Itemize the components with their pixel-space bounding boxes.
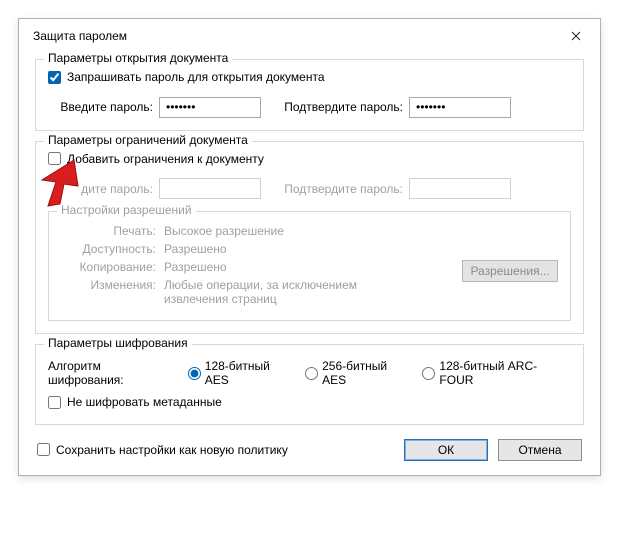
restrict-params-legend: Параметры ограничений документа (44, 133, 252, 147)
restrict-confirm-password-label: Подтвердите пароль: (273, 182, 403, 196)
close-icon (571, 31, 581, 41)
confirm-password-field[interactable] (409, 97, 511, 118)
no-encrypt-metadata-checkbox[interactable]: Не шифровать метаданные (48, 395, 222, 409)
encrypt-algo-label: Алгоритм шифрования: (48, 359, 180, 387)
permissions-legend: Настройки разрешений (57, 203, 196, 217)
perm-copy-value: Разрешено (164, 260, 227, 274)
no-encrypt-metadata-input[interactable] (48, 396, 61, 409)
perm-print-row: Печать: Высокое разрешение (61, 224, 558, 238)
algo-radio-1[interactable] (188, 367, 201, 380)
algo-option-1[interactable]: 128-битный AES (188, 359, 297, 387)
open-password-row: Введите пароль: Подтвердите пароль: (48, 97, 571, 118)
permissions-button: Разрешения... (462, 260, 558, 282)
perm-changes-label: Изменения: (61, 278, 156, 292)
save-policy-label: Сохранить настройки как новую политику (56, 443, 288, 457)
restrict-params-group: Параметры ограничений документа Добавить… (35, 141, 584, 335)
algo-label-3: 128-битный ARC-FOUR (439, 359, 571, 387)
no-encrypt-metadata-label: Не шифровать метаданные (67, 395, 222, 409)
titlebar: Защита паролем (19, 19, 600, 51)
open-params-legend: Параметры открытия документа (44, 51, 232, 65)
require-password-label: Запрашивать пароль для открытия документ… (67, 70, 325, 84)
perm-access-row: Доступность: Разрешено (61, 242, 558, 256)
password-protection-dialog: Защита паролем Параметры открытия докуме… (18, 18, 601, 476)
perm-print-value: Высокое разрешение (164, 224, 284, 238)
dialog-title: Защита паролем (33, 29, 127, 43)
save-policy-input[interactable] (37, 443, 50, 456)
save-policy-checkbox[interactable]: Сохранить настройки как новую политику (37, 443, 288, 457)
algo-radio-2[interactable] (305, 367, 318, 380)
close-button[interactable] (562, 25, 590, 47)
algo-radio-3[interactable] (422, 367, 435, 380)
confirm-password-label: Подтвердите пароль: (273, 100, 403, 114)
algo-label-1: 128-битный AES (205, 359, 297, 387)
restrict-enter-password-field (159, 178, 261, 199)
add-restrictions-input[interactable] (48, 152, 61, 165)
restrict-confirm-password-field (409, 178, 511, 199)
dialog-footer: Сохранить настройки как новую политику О… (35, 435, 584, 463)
open-params-group: Параметры открытия документа Запрашивать… (35, 59, 584, 131)
require-password-input[interactable] (48, 71, 61, 84)
perm-access-label: Доступность: (61, 242, 156, 256)
enter-password-field[interactable] (159, 97, 261, 118)
algo-option-3[interactable]: 128-битный ARC-FOUR (422, 359, 571, 387)
add-restrictions-label: Добавить ограничения к документу (67, 152, 264, 166)
require-password-checkbox[interactable]: Запрашивать пароль для открытия документ… (48, 70, 325, 84)
add-restrictions-checkbox[interactable]: Добавить ограничения к документу (48, 152, 264, 166)
enter-password-label: Введите пароль: (48, 100, 153, 114)
ok-button[interactable]: ОК (404, 439, 488, 461)
encrypt-group: Параметры шифрования Алгоритм шифрования… (35, 344, 584, 425)
restrict-enter-password-label: дите пароль: (48, 182, 153, 196)
encrypt-legend: Параметры шифрования (44, 336, 192, 350)
permissions-subgroup: Настройки разрешений Печать: Высокое раз… (48, 211, 571, 321)
perm-print-label: Печать: (61, 224, 156, 238)
restrict-password-row: дите пароль: Подтвердите пароль: (48, 178, 571, 199)
perm-changes-row: Изменения: Любые операции, за исключение… (61, 278, 558, 306)
perm-access-value: Разрешено (164, 242, 227, 256)
cancel-button[interactable]: Отмена (498, 439, 582, 461)
perm-changes-value: Любые операции, за исключением извлечени… (164, 278, 394, 306)
algo-option-2[interactable]: 256-битный AES (305, 359, 414, 387)
encrypt-algo-row: Алгоритм шифрования: 128-битный AES 256-… (48, 359, 571, 387)
perm-copy-label: Копирование: (61, 260, 156, 274)
algo-label-2: 256-битный AES (322, 359, 414, 387)
